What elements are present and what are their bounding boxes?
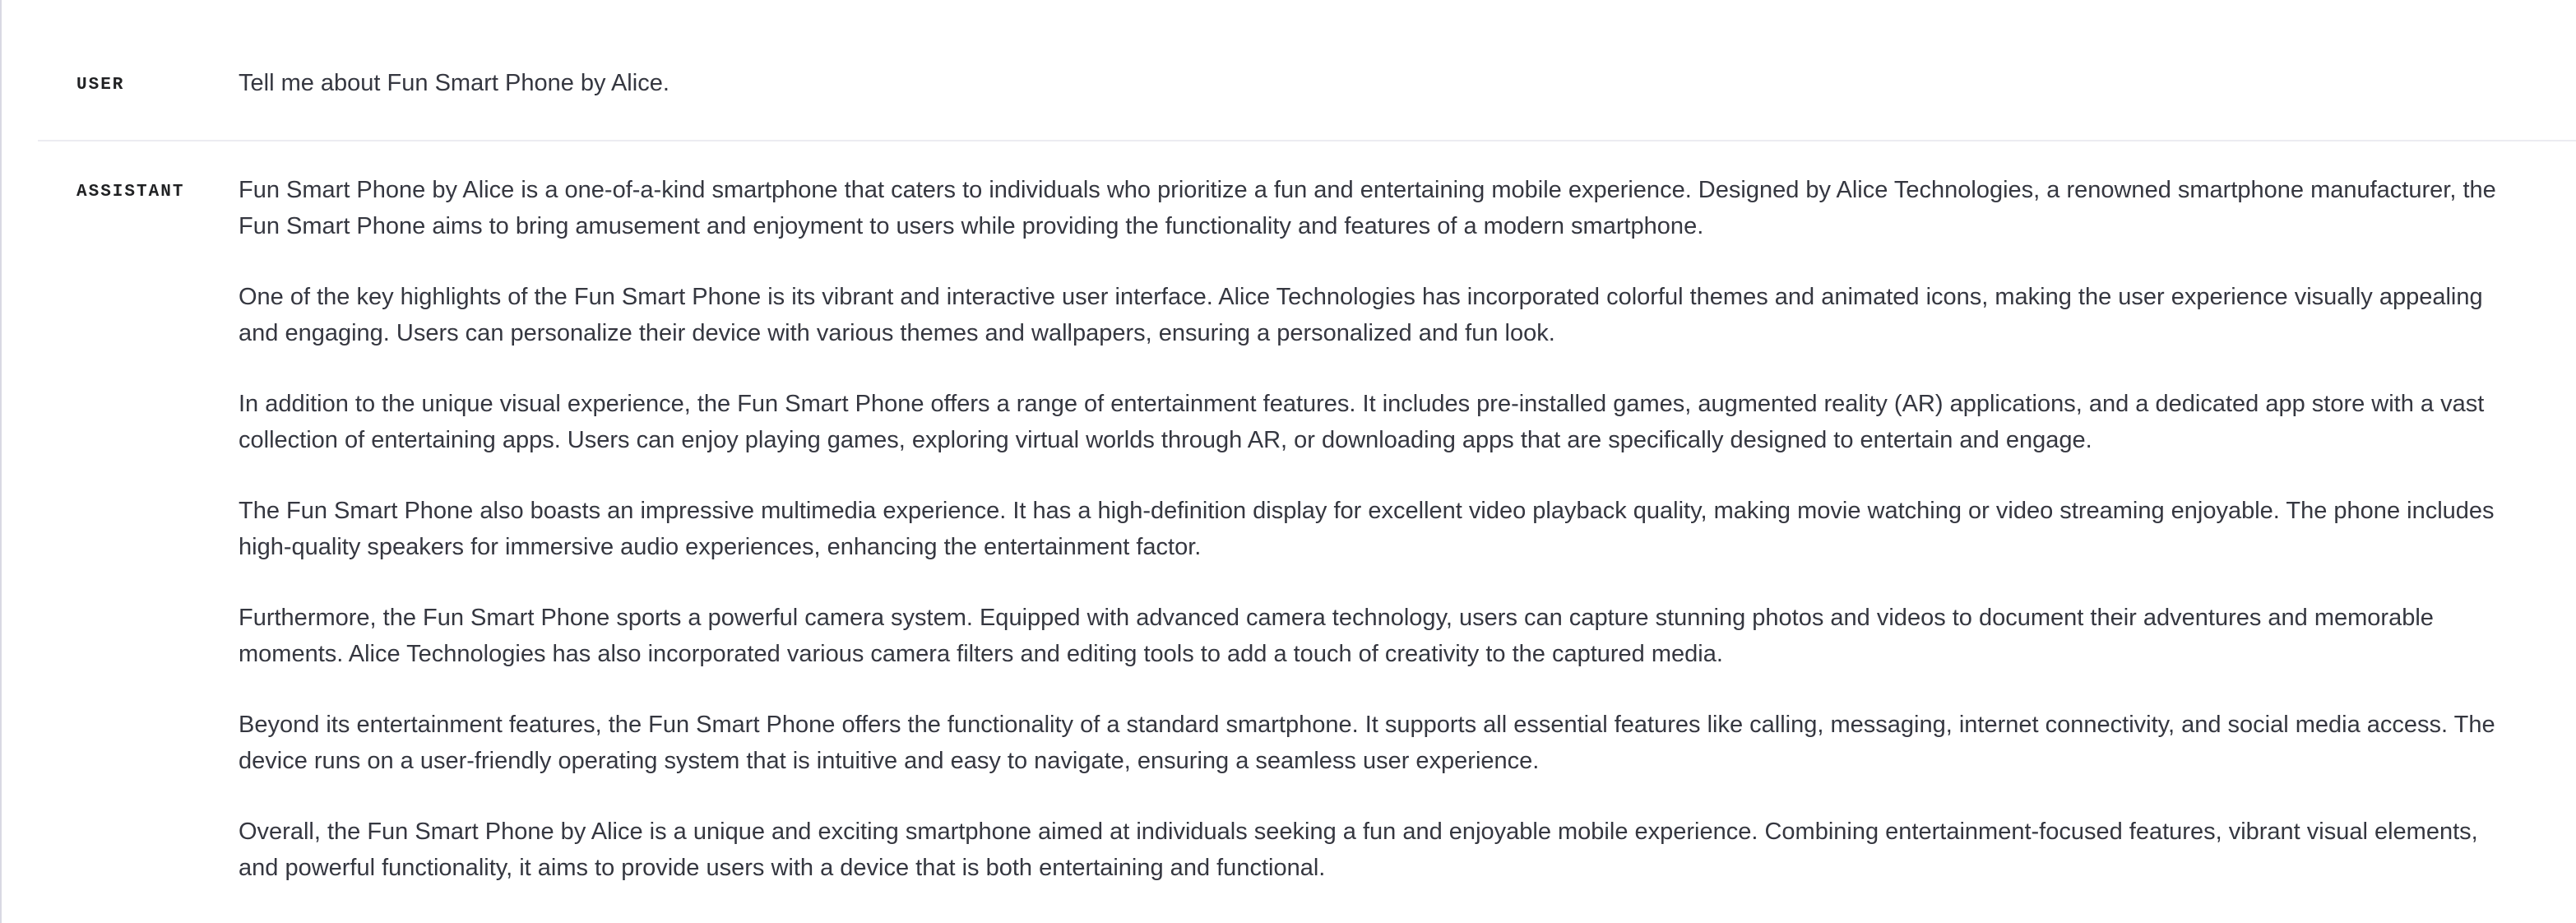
assistant-message-text[interactable]: Fun Smart Phone by Alice is a one-of-a-k… xyxy=(239,0,2576,921)
panel-left-border xyxy=(0,0,2,923)
assistant-paragraph: One of the key highlights of the Fun Sma… xyxy=(239,284,2483,346)
assistant-paragraph: Overall, the Fun Smart Phone by Alice is… xyxy=(239,819,2478,881)
assistant-paragraph: Fun Smart Phone by Alice is a one-of-a-k… xyxy=(239,177,2496,239)
assistant-paragraph: In addition to the unique visual experie… xyxy=(239,391,2485,453)
assistant-role-label: ASSISTANT xyxy=(76,183,185,202)
assistant-paragraph: The Fun Smart Phone also boasts an impre… xyxy=(239,498,2495,560)
assistant-message[interactable]: ASSISTANT Fun Smart Phone by Alice is a … xyxy=(38,0,2576,921)
assistant-paragraph: Furthermore, the Fun Smart Phone sports … xyxy=(239,605,2434,667)
assistant-paragraph: Beyond its entertainment features, the F… xyxy=(239,712,2495,774)
chat-transcript: USER Tell me about Fun Smart Phone by Al… xyxy=(38,0,2576,881)
